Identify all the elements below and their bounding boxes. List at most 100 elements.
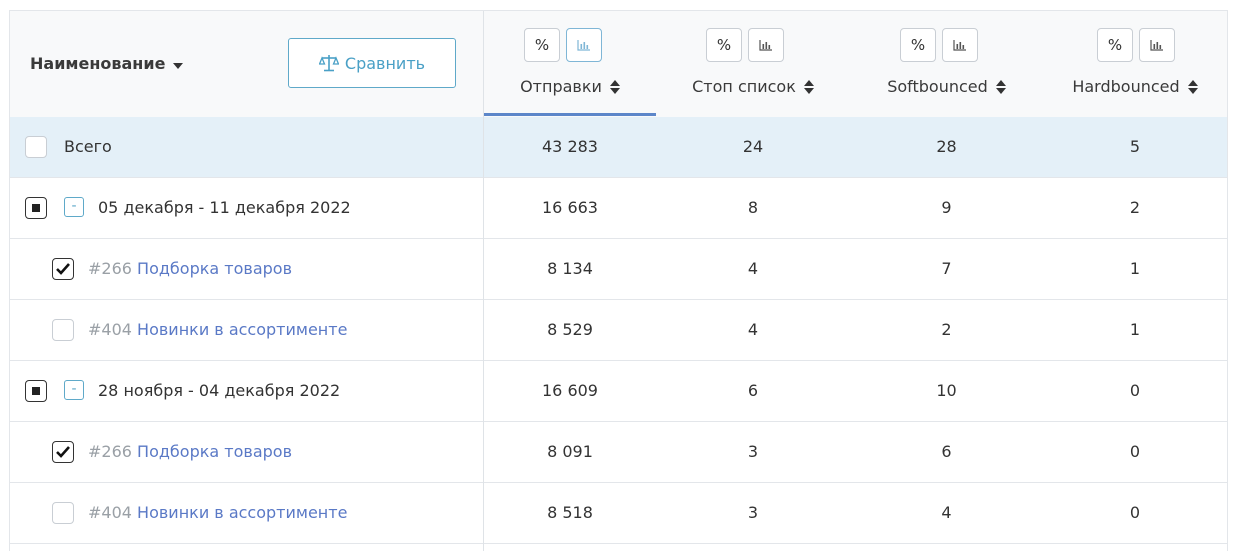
cell-sends: 8 091 [547,442,593,461]
group-checkbox[interactable] [25,380,47,402]
cell-softbounced: 7 [941,259,952,278]
campaign-link[interactable]: Подборка товаров [137,442,292,461]
group-label: 05 декабря - 11 декабря 2022 [98,198,351,217]
cell-stoplist: 24 [742,137,764,156]
cell-stoplist: 6 [747,381,759,400]
table-row-group: - 28 ноября - 04 декабря 2022 16 609 6 1… [10,361,1227,422]
campaign-id: #404 [88,503,132,522]
cell-stoplist: 3 [747,503,759,522]
chart-toggle-hardbounced[interactable] [1139,28,1175,62]
cell-stoplist: 4 [747,259,759,278]
percent-toggle-hardbounced[interactable]: % [1097,28,1133,62]
bar-chart-icon [953,40,966,51]
table-row-total: Всего 43 283 24 28 5 [10,117,1227,178]
bar-chart-icon [759,40,772,51]
cell-softbounced: 2 [941,320,952,339]
table-header: Наименование Сравнить % Отправки % Стоп … [10,11,1227,118]
sort-icon [609,79,620,94]
cell-hardbounced: 2 [1129,198,1141,217]
percent-icon: % [910,36,926,54]
table-row-campaign: #404 Новинки в ассортименте 8 529 4 2 1 [10,300,1227,361]
campaign-checkbox[interactable] [52,502,74,524]
percent-icon: % [716,36,732,54]
scales-icon [318,55,339,72]
bar-chart-icon [577,40,590,51]
column-header-sends: % Отправки [484,11,656,117]
caret-down-icon [173,62,184,69]
cell-softbounced: 28 [936,137,957,156]
campaign-link[interactable]: Новинки в ассортименте [137,320,347,339]
campaign-label: #404 Новинки в ассортименте [88,483,347,543]
campaign-checkbox[interactable] [52,441,74,463]
chart-toggle-stoplist[interactable] [748,28,784,62]
table-row-campaign: #266 Подборка товаров 8 091 3 6 0 [10,422,1227,483]
sort-hardbounced[interactable]: Hardbounced [1043,77,1227,96]
collapse-toggle[interactable]: - [64,380,84,400]
campaign-checkbox[interactable] [52,319,74,341]
campaign-label: #266 Подборка товаров [88,239,292,299]
table-row-campaign: #404 Новинки в ассортименте 8 518 3 4 0 [10,483,1227,544]
compare-button[interactable]: Сравнить [288,38,456,88]
cell-stoplist: 8 [747,198,759,217]
collapse-toggle[interactable]: - [64,197,84,217]
sort-icon [803,79,814,94]
cell-softbounced: 4 [941,503,952,522]
sort-softbounced[interactable]: Softbounced [850,77,1043,96]
chart-toggle-sends[interactable] [566,28,602,62]
cell-hardbounced: 5 [1129,137,1141,156]
partial-check-icon [32,204,40,212]
campaign-checkbox[interactable] [52,258,74,280]
percent-toggle-softbounced[interactable]: % [900,28,936,62]
campaign-id: #266 [88,442,132,461]
sort-icon [1187,79,1198,94]
cell-sends: 16 663 [542,198,598,217]
cell-sends: 8 529 [547,320,593,339]
cell-stoplist: 4 [747,320,759,339]
column-header-softbounced: % Softbounced [850,11,1043,117]
stats-table: Наименование Сравнить % Отправки % Стоп … [9,10,1228,551]
cell-hardbounced: 0 [1129,503,1141,522]
checkmark-icon [56,446,70,458]
bar-chart-icon [1150,40,1163,51]
column-header-hardbounced: % Hardbounced [1043,11,1227,117]
table-row-campaign: #266 Подборка товаров 8 134 4 7 1 [10,239,1227,300]
percent-icon: % [534,36,550,54]
campaign-id: #266 [88,259,132,278]
column-divider [483,11,484,551]
name-column-label: Наименование [30,54,166,73]
campaign-link[interactable]: Подборка товаров [137,259,292,278]
column-label-sends: Отправки [520,77,602,96]
cell-stoplist: 3 [747,442,759,461]
cell-hardbounced: 1 [1129,259,1141,278]
name-column-sort[interactable]: Наименование [30,54,184,73]
campaign-link[interactable]: Новинки в ассортименте [137,503,347,522]
cell-sends: 43 283 [542,137,598,156]
total-label: Всего [64,137,112,156]
sort-stoplist[interactable]: Стоп список [656,77,850,96]
cell-hardbounced: 0 [1129,381,1141,400]
active-column-indicator [484,113,656,116]
cell-softbounced: 10 [936,381,957,400]
compare-button-label: Сравнить [344,53,426,73]
percent-toggle-sends[interactable]: % [524,28,560,62]
percent-toggle-stoplist[interactable]: % [706,28,742,62]
table-row-group: - 05 декабря - 11 декабря 2022 16 663 8 … [10,178,1227,239]
percent-icon: % [1107,36,1123,54]
select-all-checkbox[interactable] [25,136,47,158]
cell-hardbounced: 0 [1129,442,1141,461]
cell-sends: 8 134 [547,259,593,278]
cell-hardbounced: 1 [1129,320,1141,339]
sort-sends[interactable]: Отправки [484,77,656,96]
column-label-softbounced: Softbounced [887,77,988,96]
cell-softbounced: 9 [941,198,952,217]
column-label-hardbounced: Hardbounced [1072,77,1180,96]
partial-check-icon [32,387,40,395]
chart-toggle-softbounced[interactable] [942,28,978,62]
cell-softbounced: 6 [941,442,952,461]
checkmark-icon [56,263,70,275]
column-label-stoplist: Стоп список [692,77,796,96]
campaign-id: #404 [88,320,132,339]
group-checkbox[interactable] [25,197,47,219]
campaign-label: #404 Новинки в ассортименте [88,300,347,360]
group-label: 28 ноября - 04 декабря 2022 [98,381,341,400]
